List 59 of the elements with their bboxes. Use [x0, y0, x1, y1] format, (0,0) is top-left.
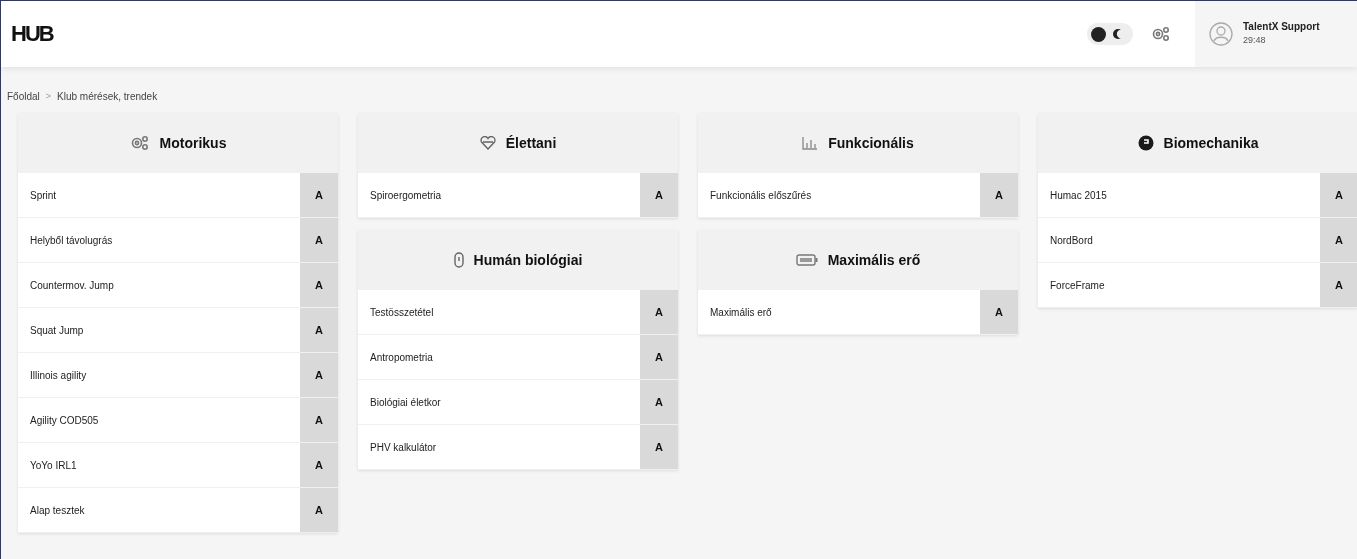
card-title: Funkcionális: [828, 135, 914, 151]
card-title: Humán biológiai: [473, 252, 583, 268]
measurement-link[interactable]: Alap tesztek: [18, 488, 300, 532]
theme-toggle[interactable]: [1087, 23, 1133, 45]
action-button[interactable]: A: [300, 443, 338, 487]
user-panel[interactable]: TalentX Support 29:48: [1195, 1, 1357, 67]
breadcrumb-separator: >: [45, 91, 52, 101]
session-timer: 29:48: [1243, 35, 1267, 45]
action-button[interactable]: A: [640, 173, 678, 217]
action-button[interactable]: A: [1320, 173, 1357, 217]
measurement-link[interactable]: Humac 2015: [1038, 173, 1320, 217]
user-name: TalentX Support: [1243, 21, 1320, 32]
action-button[interactable]: A: [980, 173, 1018, 217]
moon-icon: [1112, 28, 1122, 40]
logo[interactable]: HUB: [11, 21, 53, 47]
measurement-link[interactable]: Illinois agility: [18, 353, 300, 397]
avatar-icon: [1209, 22, 1233, 46]
heart-icon: [479, 136, 496, 150]
action-button[interactable]: A: [300, 488, 338, 532]
card-title: Maximális erő: [827, 252, 921, 268]
action-button[interactable]: A: [640, 380, 678, 424]
measurement-link[interactable]: Antropometria: [358, 335, 640, 379]
action-button[interactable]: A: [300, 353, 338, 397]
action-button[interactable]: A: [1320, 218, 1357, 262]
measurement-link[interactable]: ForceFrame: [1038, 263, 1320, 307]
card-title: Biomechanika: [1163, 135, 1259, 151]
measurement-link[interactable]: NordBord: [1038, 218, 1320, 262]
measurement-link[interactable]: Spiroergometria: [358, 173, 640, 217]
action-button[interactable]: A: [300, 398, 338, 442]
measurement-link[interactable]: Countermov. Jump: [18, 263, 300, 307]
action-button[interactable]: A: [300, 173, 338, 217]
measurement-link[interactable]: Biológiai életkor: [358, 380, 640, 424]
action-button[interactable]: A: [300, 218, 338, 262]
action-button[interactable]: A: [980, 290, 1018, 334]
measurement-link[interactable]: YoYo IRL1: [18, 443, 300, 487]
settings-icon: [1151, 26, 1171, 42]
action-button[interactable]: A: [640, 335, 678, 379]
disc-icon: [1137, 135, 1154, 151]
measurement-link[interactable]: Funkcionális előszűrés: [698, 173, 980, 217]
action-button[interactable]: A: [640, 290, 678, 334]
card-title: Motorikus: [159, 135, 227, 151]
breadcrumb-link[interactable]: Klub mérések, trendek: [57, 90, 158, 102]
capsule-icon: [453, 252, 464, 268]
action-button[interactable]: A: [1320, 263, 1357, 307]
measurement-link[interactable]: Testösszetétel: [358, 290, 640, 334]
measurement-link[interactable]: Sprint: [18, 173, 300, 217]
measurement-link[interactable]: PHV kalkulátor: [358, 425, 640, 469]
measurement-link[interactable]: Helyből távolugrás: [18, 218, 300, 262]
action-button[interactable]: A: [300, 263, 338, 307]
battery-icon: [795, 254, 818, 266]
breadcrumb-link[interactable]: Főoldal: [7, 90, 40, 102]
bar-chart-icon: [802, 136, 819, 150]
gears-icon: [129, 135, 150, 151]
measurement-link[interactable]: Agility COD505: [18, 398, 300, 442]
measurement-link[interactable]: Squat Jump: [18, 308, 300, 352]
card-title: Élettani: [505, 135, 557, 151]
measurement-link[interactable]: Maximális erő: [698, 290, 980, 334]
action-button[interactable]: A: [640, 425, 678, 469]
action-button[interactable]: A: [300, 308, 338, 352]
